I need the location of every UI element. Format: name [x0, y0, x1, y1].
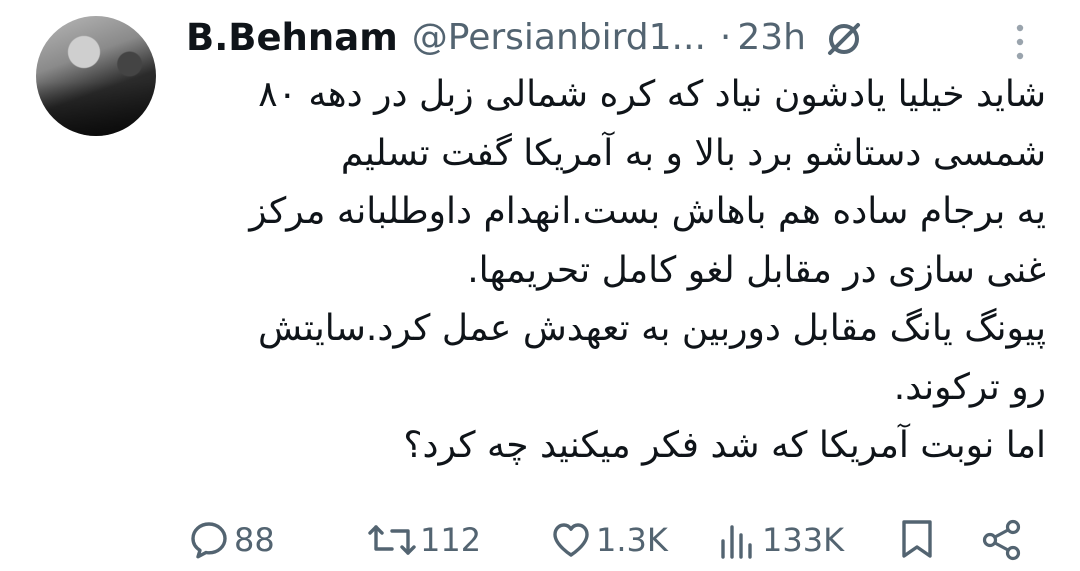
retweet-icon [368, 525, 416, 555]
views-button[interactable]: 133K [718, 512, 844, 568]
tweet-line: رو ترکوند. [893, 366, 1046, 408]
tweet-card[interactable]: B.Behnam @Persianbird1... · 23h شاید خیل… [0, 0, 1080, 571]
tweet-line: غنی سازی در مقابل لغو کامل تحریمها. [467, 249, 1046, 291]
more-vertical-icon[interactable] [1008, 20, 1032, 64]
share-icon [982, 519, 1021, 561]
views-count: 133K [762, 521, 845, 559]
share-button[interactable] [980, 512, 1024, 568]
bookmark-button[interactable] [898, 512, 936, 568]
tweet-line: پیونگ یانگ مقابل دوربین به تعهدش عمل کرد… [258, 308, 1046, 349]
reply-icon [191, 522, 227, 559]
user-handle[interactable]: @Persianbird1... [412, 17, 706, 58]
tweet-text: شاید خیلیا یادشون نیاد که کره شمالی زبل … [186, 66, 1046, 476]
reply-button[interactable]: 88 [188, 512, 275, 568]
bar-chart-icon [721, 525, 752, 559]
timestamp[interactable]: 23h [737, 17, 806, 58]
action-bar: 88 112 1.3K 133K [0, 512, 1080, 568]
like-button[interactable]: 1.3K [550, 512, 668, 568]
avatar[interactable] [36, 16, 156, 136]
tweet-line: اما نوبت آمریکا که شد فکر میکنید چه کرد؟ [403, 425, 1046, 466]
tweet-line: یه برجام ساده هم باهاش بست.انهدام داوطلب… [249, 191, 1046, 232]
retweet-button[interactable]: 112 [368, 512, 481, 568]
bookmark-icon [902, 520, 932, 558]
separator-dot: · [719, 16, 732, 58]
tweet-line: شمسی دستاشو برد بالا و به آمریکا گفت تسل… [340, 132, 1046, 174]
tweet-line: شاید خیلیا یادشون نیاد که کره شمالی زبل … [258, 74, 1046, 115]
heart-icon [553, 523, 589, 557]
reply-count: 88 [234, 521, 275, 559]
tweet-header: B.Behnam @Persianbird1... · 23h [186, 12, 864, 62]
no-entry-icon [824, 17, 864, 57]
retweet-count: 112 [420, 521, 482, 559]
like-count: 1.3K [596, 521, 668, 559]
avatar-shade [36, 82, 156, 136]
display-name[interactable]: B.Behnam [186, 16, 398, 59]
